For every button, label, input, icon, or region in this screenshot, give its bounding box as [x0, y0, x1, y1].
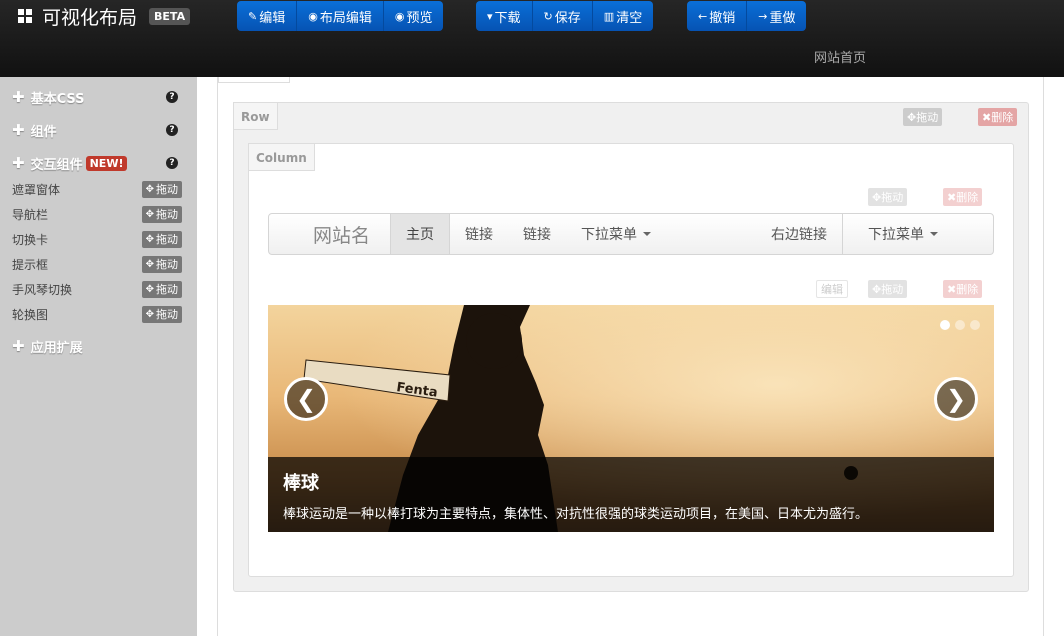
help-icon[interactable]: ? — [166, 157, 178, 169]
help-icon[interactable]: ? — [166, 91, 178, 103]
carousel-delete-button[interactable]: ✖ 删除 — [943, 280, 983, 298]
top-navbar: 可视化布局 BETA ✎ 编辑 ◉ 布局编辑 ◉ 预览 ▾ 下载 ↻ 保存 ▥ 清空 ← 撤销… — [0, 0, 1064, 77]
sidebar-item-accordion: 手风琴切换 ✥ 拖动 — [12, 280, 182, 298]
section-basic-css[interactable]: ✚ 基本CSS ? — [12, 87, 182, 107]
move-icon: ✥ — [872, 282, 882, 296]
sidebar-item-modal: 遮罩窗体 ✥ 拖动 — [12, 180, 182, 198]
carousel-prev-button[interactable]: ❮ — [284, 377, 328, 421]
carousel: Fenta ❮ ❯ 棒球 棒球运动是一种以棒打球为主要特点，集体性、对抗性很强的… — [268, 305, 994, 532]
move-icon: ✥ — [145, 283, 154, 295]
home-link[interactable]: 网站首页 — [814, 47, 866, 66]
navbar-brand[interactable]: 网站名 — [269, 221, 390, 248]
plus-icon: ✚ — [12, 88, 25, 106]
row-delete-button[interactable]: ✖ 删除 — [978, 108, 1018, 126]
move-icon: ✥ — [145, 183, 154, 195]
history-button-group: ← 撤销 → 重做 — [687, 1, 807, 31]
grid-icon — [18, 9, 32, 23]
close-icon: ✖ — [982, 110, 992, 124]
app-title: 可视化布局 — [42, 6, 138, 29]
nav-item-home[interactable]: 主页 — [390, 214, 450, 254]
move-icon: ✥ — [145, 308, 154, 320]
move-icon: ✥ — [907, 110, 917, 124]
plus-icon: ✚ — [12, 337, 25, 355]
move-icon: ✥ — [145, 233, 154, 245]
beta-badge: BETA — [149, 7, 191, 25]
nav-dropdown-right[interactable]: 下拉菜单 — [842, 214, 993, 254]
column-tag: Column — [248, 143, 315, 171]
drag-handle[interactable]: ✥ 拖动 — [141, 280, 182, 298]
chevron-down-icon: ▾ — [487, 9, 493, 23]
carousel-caption: 棒球 棒球运动是一种以棒打球为主要特点，集体性、对抗性很强的球类运动项目，在美国… — [268, 457, 994, 532]
new-badge: NEW! — [85, 155, 128, 171]
arrow-right-icon: → — [758, 9, 768, 23]
app-brand[interactable]: 可视化布局 BETA — [18, 4, 191, 29]
caption-title: 棒球 — [283, 473, 319, 494]
save-icon: ↻ — [543, 9, 553, 23]
sidebar-item-navbar: 导航栏 ✥ 拖动 — [12, 205, 182, 223]
carousel-indicators — [935, 320, 980, 330]
caret-down-icon — [643, 232, 651, 236]
navbar-drag-button[interactable]: ✥ 拖动 — [868, 188, 908, 206]
sidebar-item-tooltip: 提示框 ✥ 拖动 — [12, 255, 182, 273]
edit-button-group: ✎ 编辑 ◉ 布局编辑 ◉ 预览 — [237, 1, 444, 31]
carousel-indicator[interactable] — [970, 320, 980, 330]
canvas-tab-stub — [218, 77, 290, 83]
layout-edit-button[interactable]: ◉ 布局编辑 — [297, 1, 384, 31]
clear-button[interactable]: ▥ 清空 — [592, 1, 654, 31]
caption-text: 棒球运动是一种以棒打球为主要特点，集体性、对抗性很强的球类运动项目，在美国、日本… — [283, 507, 869, 522]
help-icon[interactable]: ? — [166, 124, 178, 136]
save-button[interactable]: ↻ 保存 — [532, 1, 593, 31]
carousel-drag-button[interactable]: ✥ 拖动 — [868, 280, 908, 298]
drag-handle[interactable]: ✥ 拖动 — [141, 205, 182, 223]
plus-icon: ✚ — [12, 121, 25, 139]
download-button[interactable]: ▾ 下载 — [476, 1, 533, 31]
nav-dropdown-left[interactable]: 下拉菜单 — [566, 214, 666, 254]
carousel-next-button[interactable]: ❯ — [934, 377, 978, 421]
close-icon: ✖ — [947, 190, 957, 204]
redo-button[interactable]: → 重做 — [747, 1, 807, 31]
preview-navbar: 网站名 主页 链接 链接 下拉菜单 右边链接 下拉菜单 — [268, 213, 994, 255]
arrow-left-icon: ← — [698, 9, 708, 23]
undo-button[interactable]: ← 撤销 — [687, 1, 748, 31]
preview-button[interactable]: ◉ 预览 — [383, 1, 444, 31]
sidebar-item-tabs: 切换卡 ✥ 拖动 — [12, 230, 182, 248]
edit-button[interactable]: ✎ 编辑 — [237, 1, 298, 31]
eye-icon: ◉ — [394, 9, 405, 23]
drag-handle[interactable]: ✥ 拖动 — [141, 305, 182, 323]
close-icon: ✖ — [947, 282, 957, 296]
plus-icon: ✚ — [12, 154, 25, 172]
nav-item-link[interactable]: 链接 — [508, 214, 566, 254]
row-tag: Row — [233, 102, 278, 130]
carousel-indicator[interactable] — [940, 320, 950, 330]
caret-down-icon — [930, 232, 938, 236]
edit-icon: ✎ — [248, 9, 258, 23]
drag-handle[interactable]: ✥ 拖动 — [141, 180, 182, 198]
sidebar: ✚ 基本CSS ? ✚ 组件 ? ✚ 交互组件 NEW! ? 遮罩窗体 ✥ 拖动 … — [0, 77, 197, 636]
section-extensions[interactable]: ✚ 应用扩展 — [12, 336, 182, 356]
move-icon: ✥ — [145, 208, 154, 220]
nav-item-link[interactable]: 链接 — [450, 214, 508, 254]
carousel-edit-button[interactable]: 编辑 — [816, 280, 848, 298]
row-drag-button[interactable]: ✥ 拖动 — [903, 108, 943, 126]
section-interactive-components[interactable]: ✚ 交互组件 NEW! ? — [12, 153, 182, 173]
drag-handle[interactable]: ✥ 拖动 — [141, 230, 182, 248]
carousel-indicator[interactable] — [955, 320, 965, 330]
section-components[interactable]: ✚ 组件 ? — [12, 120, 182, 140]
eye-slash-icon: ◉ — [308, 9, 318, 23]
navbar-delete-button[interactable]: ✖ 删除 — [943, 188, 983, 206]
move-icon: ✥ — [145, 258, 154, 270]
drag-handle[interactable]: ✥ 拖动 — [141, 255, 182, 273]
file-button-group: ▾ 下载 ↻ 保存 ▥ 清空 — [476, 1, 654, 31]
nav-right-link[interactable]: 右边链接 — [756, 214, 842, 254]
sidebar-item-carousel: 轮换图 ✥ 拖动 — [12, 305, 182, 323]
move-icon: ✥ — [872, 190, 882, 204]
trash-icon: ▥ — [603, 9, 615, 23]
